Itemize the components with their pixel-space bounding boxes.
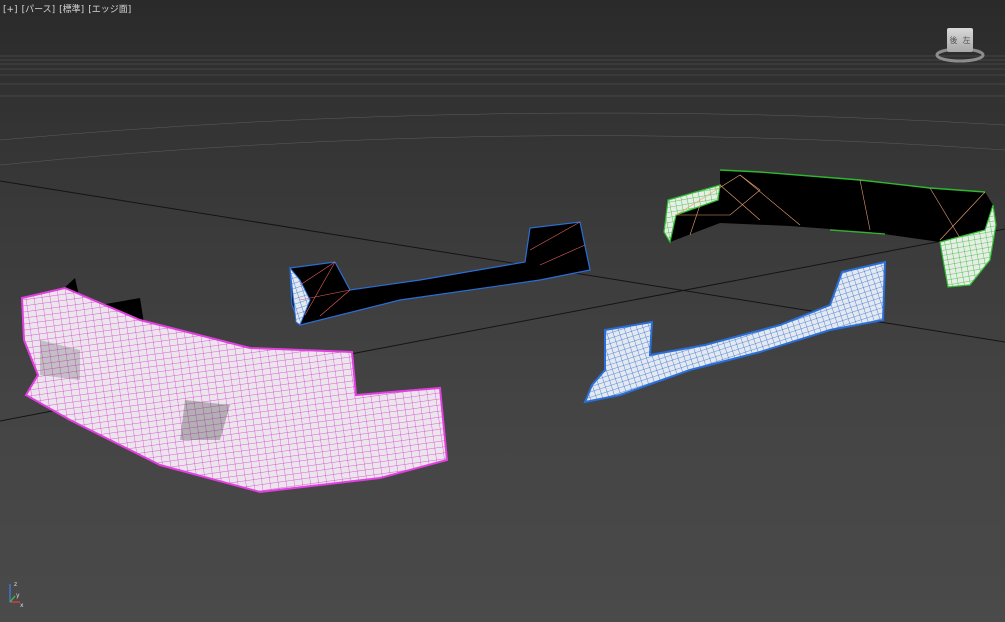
axis-tripod: z y x (4, 578, 26, 609)
viewport-menu-edged-faces[interactable]: [エッジ面] (88, 4, 131, 16)
viewport-label-menu: [+] [パース] [標準] [エッジ面] (3, 4, 131, 16)
viewport-menu-point-of-view[interactable]: [パース] (22, 4, 56, 16)
perspective-viewport[interactable]: [+] [パース] [標準] [エッジ面] 後 左 z y x (0, 0, 1005, 622)
viewcube[interactable]: 後 左 (934, 26, 986, 64)
viewport-menu-shading[interactable]: [標準] (59, 4, 84, 16)
viewcube-face-back: 後 (949, 35, 958, 45)
scene-canvas[interactable] (0, 0, 1005, 622)
front-bumper-mesh[interactable] (20, 278, 449, 494)
rear-bumper-mesh[interactable] (663, 169, 997, 288)
axis-tripod-icon: z y x (9, 581, 24, 609)
axis-x-label: x (20, 602, 24, 608)
axis-y-label: y (16, 592, 20, 599)
viewcube-face-left: 左 (962, 35, 971, 45)
side-skirt-black-mesh[interactable] (289, 221, 591, 326)
axis-z-label: z (14, 581, 17, 588)
viewcube-face[interactable]: 後 左 (947, 28, 973, 52)
viewport-menu-general[interactable]: [+] (3, 4, 18, 16)
side-skirt-mesh[interactable] (583, 260, 887, 404)
